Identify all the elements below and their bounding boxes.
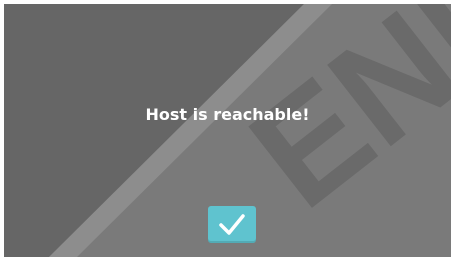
checkmark-icon	[219, 214, 245, 235]
result-dialog: END Host is reachable!	[4, 4, 451, 257]
status-message: Host is reachable!	[145, 105, 310, 124]
confirm-button[interactable]	[208, 206, 256, 243]
